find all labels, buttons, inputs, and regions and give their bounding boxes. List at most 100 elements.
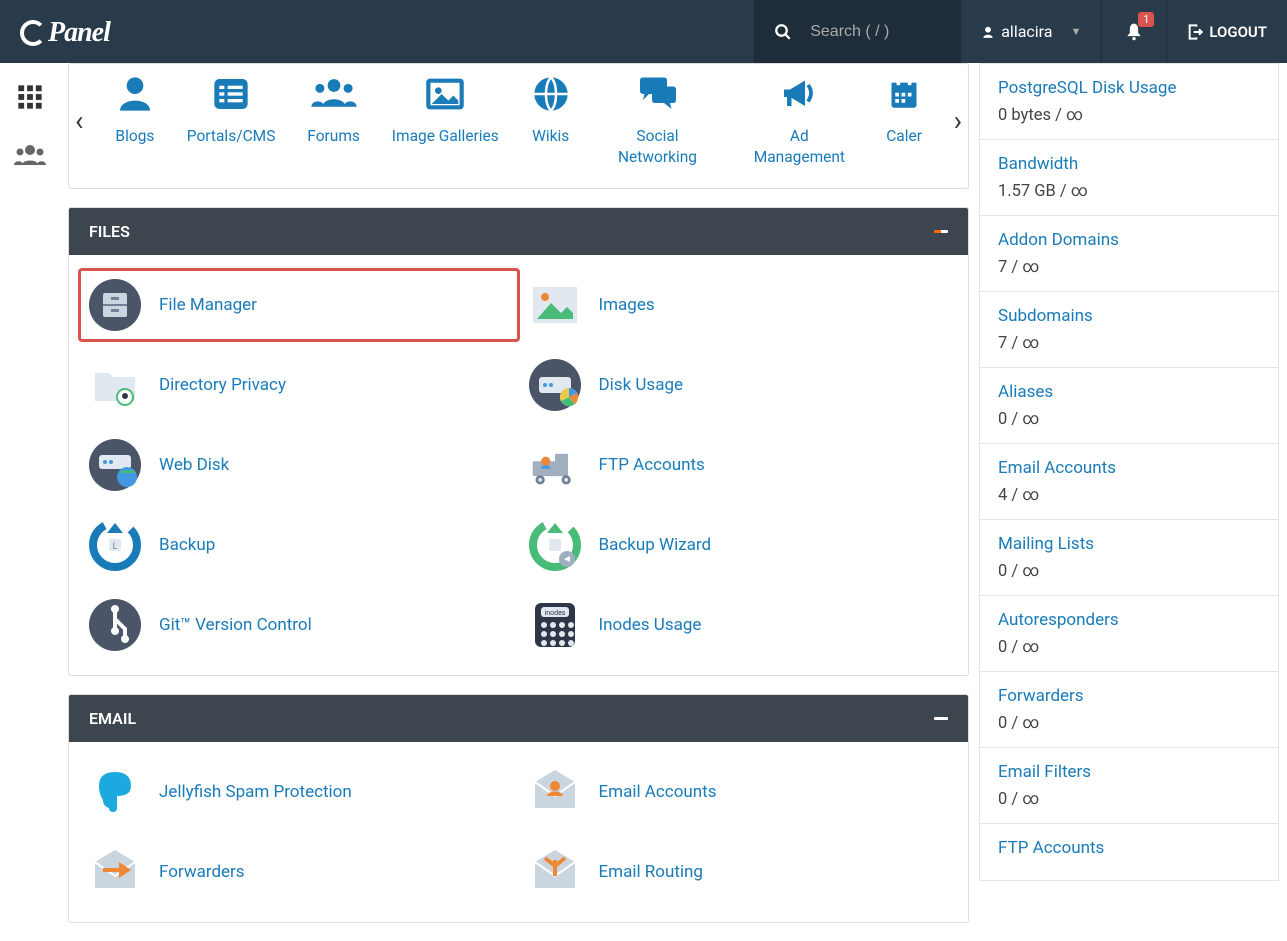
calendar-icon [889, 74, 919, 114]
email-item-label: Jellyfish Spam Protection [159, 782, 352, 802]
file-item-git-version-control[interactable]: Git™ Version Control [89, 599, 509, 651]
file-item-directory-privacy[interactable]: Directory Privacy [89, 359, 509, 411]
git-icon [89, 599, 141, 651]
carousel-next[interactable]: › [954, 104, 962, 137]
image-icon [425, 74, 465, 114]
filemgr-icon [89, 279, 141, 331]
stat-title: Addon Domains [998, 230, 1260, 250]
email-item-email-accounts[interactable]: Email Accounts [529, 766, 949, 818]
carousel-item-social-networking[interactable]: Social Networking [603, 74, 713, 168]
forwarders-icon [89, 846, 141, 898]
diskusage-icon [529, 359, 581, 411]
file-item-file-manager[interactable]: File Manager [78, 268, 520, 342]
stat-mailing-lists[interactable]: Mailing Lists0 / ∞ [979, 520, 1279, 596]
logout-icon [1187, 24, 1203, 40]
email-item-email-routing[interactable]: Email Routing [529, 846, 949, 898]
stat-aliases[interactable]: Aliases 0 / ∞ [979, 368, 1279, 444]
stat-value: 0 / ∞ [998, 410, 1260, 429]
carousel-prev[interactable]: ‹ [75, 104, 83, 137]
stat-autoresponders[interactable]: Autoresponders0 / ∞ [979, 596, 1279, 672]
file-item-label: Backup [159, 535, 215, 555]
carousel-item-caler[interactable]: Caler [886, 74, 922, 168]
list-icon [211, 74, 251, 114]
collapse-icon[interactable] [934, 717, 948, 720]
stat-bandwidth[interactable]: Bandwidth1.57 GB / ∞ [979, 140, 1279, 216]
logout-button[interactable]: LOGOUT [1166, 0, 1287, 63]
stat-addon-domains[interactable]: Addon Domains 7 / ∞ [979, 216, 1279, 292]
stat-ftp-accounts[interactable]: FTP Accounts [979, 824, 1279, 881]
user-icon [115, 74, 155, 114]
svg-text:L: L [113, 542, 118, 552]
users-icon [310, 74, 358, 114]
carousel-item-label: Portals/CMS [187, 126, 276, 147]
chat-icon [637, 74, 679, 114]
main-content: ‹ Blogs Portals/CMS Forums Image Galleries W… [60, 63, 979, 941]
email-item-label: Forwarders [159, 862, 245, 882]
carousel-item-label: Ad Management [744, 126, 854, 168]
file-item-label: Inodes Usage [599, 615, 702, 635]
inodes-icon: inodes [529, 599, 581, 651]
backup-icon: L [89, 519, 141, 571]
stat-value: 0 / ∞ [998, 714, 1260, 733]
stat-title: Aliases [998, 382, 1260, 402]
search-box[interactable] [754, 0, 960, 63]
file-item-backup-wizard[interactable]: Backup Wizard [529, 519, 949, 571]
search-input[interactable] [810, 23, 940, 41]
ftp-icon [529, 439, 581, 491]
carousel-item-blogs[interactable]: Blogs [115, 74, 155, 168]
stat-postgresql-disk-usage[interactable]: PostgreSQL Disk Usage0 bytes / ∞ [979, 63, 1279, 140]
carousel-item-portals-cms[interactable]: Portals/CMS [187, 74, 276, 168]
file-item-images[interactable]: Images [529, 279, 949, 331]
sidebar [0, 63, 60, 941]
email-item-jellyfish-spam-protection[interactable]: Jellyfish Spam Protection [89, 766, 509, 818]
file-item-disk-usage[interactable]: Disk Usage [529, 359, 949, 411]
email-panel: EMAIL Jellyfish Spam Protection Email Acc… [68, 694, 969, 923]
stat-title: FTP Accounts [998, 838, 1260, 858]
user-menu[interactable]: allacira ▼ [960, 0, 1101, 63]
files-panel-header[interactable]: FILES [69, 208, 968, 255]
notifications[interactable]: 1 [1101, 0, 1166, 63]
carousel-item-ad-management[interactable]: Ad Management [744, 74, 854, 168]
file-item-label: File Manager [159, 295, 257, 315]
stat-email-filters[interactable]: Email Filters 0 / ∞ [979, 748, 1279, 824]
stat-forwarders[interactable]: Forwarders0 / ∞ [979, 672, 1279, 748]
stat-title: Bandwidth [998, 154, 1260, 174]
stat-value: 0 / ∞ [998, 562, 1260, 581]
email-panel-header[interactable]: EMAIL [69, 695, 968, 742]
top-header: Panel allacira ▼ 1 LOGOUT [0, 0, 1287, 63]
file-item-backup[interactable]: L Backup [89, 519, 509, 571]
stat-email-accounts[interactable]: Email Accounts4 / ∞ [979, 444, 1279, 520]
carousel-item-image-galleries[interactable]: Image Galleries [392, 74, 499, 168]
webdisk-icon [89, 439, 141, 491]
stat-subdomains[interactable]: Subdomains7 / ∞ [979, 292, 1279, 368]
stat-value: 0 bytes / ∞ [998, 106, 1260, 125]
dirpriv-icon [89, 359, 141, 411]
stat-value: 7 / ∞ [998, 258, 1260, 277]
stat-title: Subdomains [998, 306, 1260, 326]
file-item-label: Disk Usage [599, 375, 684, 395]
carousel-item-label: Wikis [532, 126, 569, 147]
sidebar-apps-icon[interactable] [16, 83, 44, 111]
carousel-item-forums[interactable]: Forums [307, 74, 360, 168]
file-item-web-disk[interactable]: Web Disk [89, 439, 509, 491]
images-icon [529, 279, 581, 331]
user-icon [981, 25, 995, 39]
files-panel: FILES File Manager Images Directory Privac… [68, 207, 969, 676]
email-item-label: Email Accounts [599, 782, 717, 802]
file-item-inodes-usage[interactable]: inodes Inodes Usage [529, 599, 949, 651]
email-item-forwarders[interactable]: Forwarders [89, 846, 509, 898]
file-item-label: Directory Privacy [159, 375, 286, 395]
sidebar-users-icon[interactable] [13, 141, 47, 169]
carousel-item-wikis[interactable]: Wikis [531, 74, 571, 168]
email-item-label: Email Routing [599, 862, 703, 882]
cpanel-logo[interactable]: Panel [0, 15, 130, 49]
backupwiz-icon [529, 519, 581, 571]
file-item-ftp-accounts[interactable]: FTP Accounts [529, 439, 949, 491]
stat-value: 0 / ∞ [998, 790, 1260, 809]
collapse-icon[interactable] [934, 230, 948, 233]
carousel-item-label: Caler [886, 126, 922, 147]
stat-title: Email Filters [998, 762, 1260, 782]
carousel-item-label: Forums [307, 126, 360, 147]
emailacct-icon [529, 766, 581, 818]
globe-icon [531, 74, 571, 114]
